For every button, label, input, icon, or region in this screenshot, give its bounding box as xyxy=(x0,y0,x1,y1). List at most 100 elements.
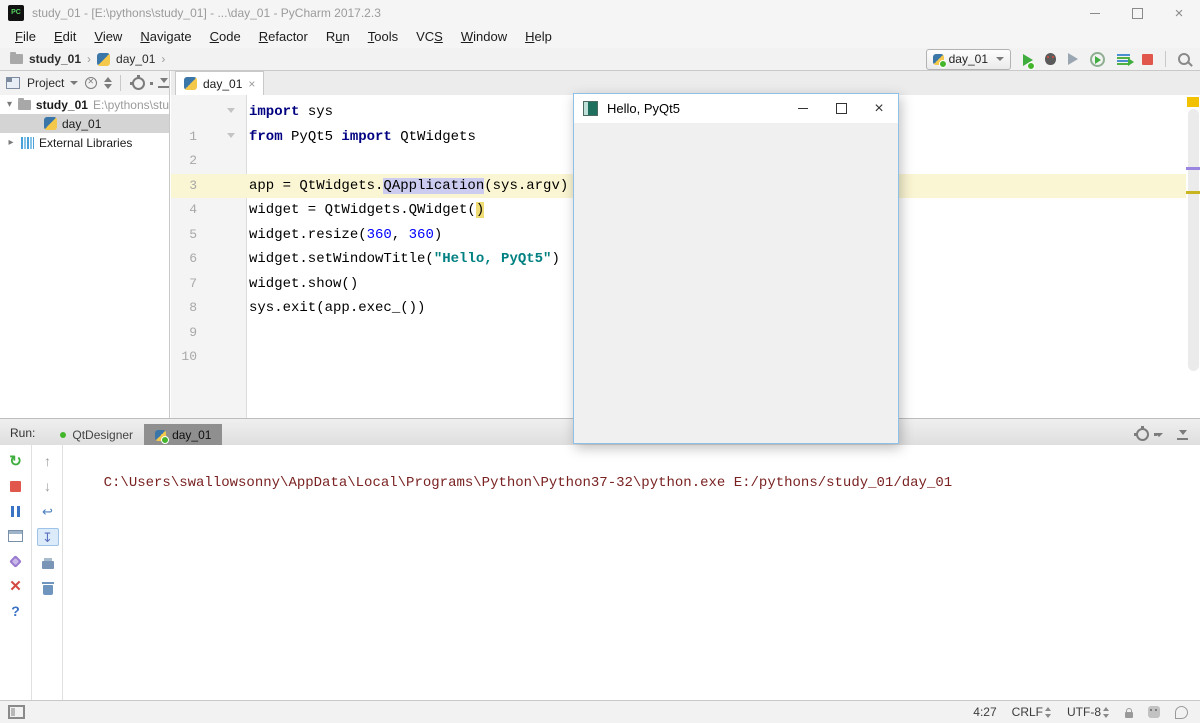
close-icon: ✕ xyxy=(9,577,22,595)
print-button[interactable] xyxy=(38,555,58,571)
layout-icon xyxy=(8,530,23,542)
scroll-to-end-button[interactable]: ↧ xyxy=(36,528,59,546)
tree-item-root[interactable]: ▾ study_01 E:\pythons\stu xyxy=(0,95,169,114)
file-status-marker xyxy=(1187,97,1199,107)
readonly-lock-icon[interactable] xyxy=(1125,707,1133,718)
menu-help[interactable]: Help xyxy=(516,26,561,48)
scrollbar-mark-identifier[interactable] xyxy=(1186,167,1200,170)
caret-position[interactable]: 4:27 xyxy=(973,705,996,719)
collapse-all-button[interactable] xyxy=(104,77,113,89)
popup-close-button[interactable]: × xyxy=(860,94,898,123)
menu-vcs[interactable]: VCS xyxy=(407,26,452,48)
rerun-button[interactable]: ↻ xyxy=(6,453,26,469)
python-file-icon xyxy=(184,77,197,90)
pause-icon xyxy=(11,505,20,517)
minimize-icon xyxy=(798,108,808,109)
chevron-expanded-icon[interactable]: ▾ xyxy=(6,99,13,110)
pyqt-window[interactable]: Hello, PyQt5 × xyxy=(573,93,899,444)
tree-item-day01[interactable]: day_01 xyxy=(0,114,169,133)
event-log-icon[interactable] xyxy=(1175,705,1188,719)
menu-view[interactable]: View xyxy=(85,26,131,48)
chevron-down-icon xyxy=(996,57,1004,61)
editor-scrollbar[interactable] xyxy=(1188,109,1199,371)
debug-button[interactable] xyxy=(1045,53,1056,65)
project-view-selector[interactable]: Project xyxy=(27,76,79,90)
menu-bar: File Edit View Navigate Code Refactor Ru… xyxy=(0,26,1200,48)
chevron-down-icon xyxy=(70,81,79,85)
rerun-icon: ↻ xyxy=(9,452,22,470)
help-icon: ? xyxy=(11,603,20,619)
line-number[interactable]: 10 xyxy=(171,345,197,370)
run-tab-qtdesigner[interactable]: QtDesigner xyxy=(49,424,144,446)
profiler-button[interactable] xyxy=(1090,51,1105,67)
run-button[interactable] xyxy=(1023,52,1035,70)
soft-wrap-button[interactable]: ↩ xyxy=(38,503,58,519)
minimize-icon xyxy=(1090,12,1100,14)
menu-edit[interactable]: Edit xyxy=(45,26,85,48)
inspector-hector-icon[interactable] xyxy=(1148,706,1160,718)
fold-icon[interactable] xyxy=(227,132,235,138)
toolbar-separator xyxy=(120,75,121,91)
menu-run[interactable]: Run xyxy=(317,26,359,48)
chevron-collapsed-icon[interactable]: ▸ xyxy=(6,137,16,148)
title-bar[interactable]: PC study_01 - [E:\pythons\study_01] - ..… xyxy=(0,0,1200,26)
project-tree: ▾ study_01 E:\pythons\stu day_01 ▸ Exter… xyxy=(0,95,170,418)
hide-panel-button[interactable] xyxy=(158,78,169,88)
run-with-coverage-button[interactable] xyxy=(1068,53,1078,65)
menu-navigate[interactable]: Navigate xyxy=(131,26,200,48)
console-output-area[interactable]: C:\Users\swallowsonny\AppData\Local\Prog… xyxy=(70,450,1196,516)
hide-run-panel-button[interactable] xyxy=(1177,429,1188,440)
breadcrumb: study_01 › day_01 › xyxy=(10,52,165,66)
libraries-icon xyxy=(21,136,34,149)
restore-layout-button[interactable] xyxy=(6,528,26,544)
breadcrumb-project[interactable]: study_01 xyxy=(29,52,81,66)
encoding-widget[interactable]: UTF-8 xyxy=(1067,705,1110,719)
maximize-icon xyxy=(835,103,847,114)
down-stack-button[interactable]: ↓ xyxy=(38,478,58,494)
run-panel-label: Run: xyxy=(10,426,36,440)
popup-maximize-button[interactable] xyxy=(822,94,860,123)
menu-window[interactable]: Window xyxy=(452,26,516,48)
popup-minimize-button[interactable] xyxy=(784,94,822,123)
concurrency-diagram-button[interactable] xyxy=(1117,53,1134,66)
menu-tools[interactable]: Tools xyxy=(359,26,407,48)
search-everywhere-button[interactable] xyxy=(1178,53,1190,65)
console-toolbar-right: ↑ ↓ ↩ ↧ xyxy=(33,445,63,700)
run-configuration-select[interactable]: day_01 xyxy=(925,48,1011,70)
settings-gear-button[interactable] xyxy=(130,74,153,98)
run-tab-day01[interactable]: day_01 xyxy=(144,424,223,446)
window-title: study_01 - [E:\pythons\study_01] - ...\d… xyxy=(32,6,381,20)
stop-button[interactable] xyxy=(6,478,26,494)
close-tab-icon[interactable]: × xyxy=(248,77,255,91)
breadcrumb-file[interactable]: day_01 xyxy=(116,52,155,66)
scrollbar-mark-warning[interactable] xyxy=(1186,191,1200,194)
printer-icon xyxy=(41,557,54,569)
help-button[interactable]: ? xyxy=(6,603,26,619)
close-button[interactable]: × xyxy=(1158,0,1200,26)
menu-code[interactable]: Code xyxy=(201,26,250,48)
fold-icon[interactable] xyxy=(227,108,235,113)
pyqt-window-titlebar[interactable]: Hello, PyQt5 × xyxy=(574,94,898,123)
toolwindow-toggle-button[interactable] xyxy=(8,705,25,719)
stop-button[interactable] xyxy=(1142,53,1153,65)
run-configuration-label: day_01 xyxy=(948,52,988,66)
tree-item-external-libraries[interactable]: ▸ External Libraries xyxy=(0,133,169,152)
maximize-button[interactable] xyxy=(1116,0,1158,26)
run-panel-settings-button[interactable] xyxy=(1134,426,1163,449)
attach-debugger-button[interactable] xyxy=(6,553,26,569)
pause-output-button[interactable] xyxy=(6,503,26,519)
editor-tab-day01[interactable]: day_01 × xyxy=(175,71,265,95)
clear-all-button[interactable] xyxy=(38,580,58,596)
minimize-button[interactable] xyxy=(1074,0,1116,26)
running-dot-icon xyxy=(60,432,67,438)
menu-file[interactable]: File xyxy=(6,26,45,48)
scroll-from-source-button[interactable] xyxy=(85,77,98,89)
navigation-toolbar: study_01 › day_01 › day_01 xyxy=(0,48,1200,71)
line-separator-widget[interactable]: CRLF xyxy=(1012,705,1052,719)
stop-icon xyxy=(10,480,21,492)
folder-icon xyxy=(17,97,31,110)
close-console-button[interactable]: ✕ xyxy=(6,578,26,594)
menu-refactor[interactable]: Refactor xyxy=(250,26,317,48)
up-stack-button[interactable]: ↑ xyxy=(38,453,58,469)
trash-icon xyxy=(41,581,54,595)
